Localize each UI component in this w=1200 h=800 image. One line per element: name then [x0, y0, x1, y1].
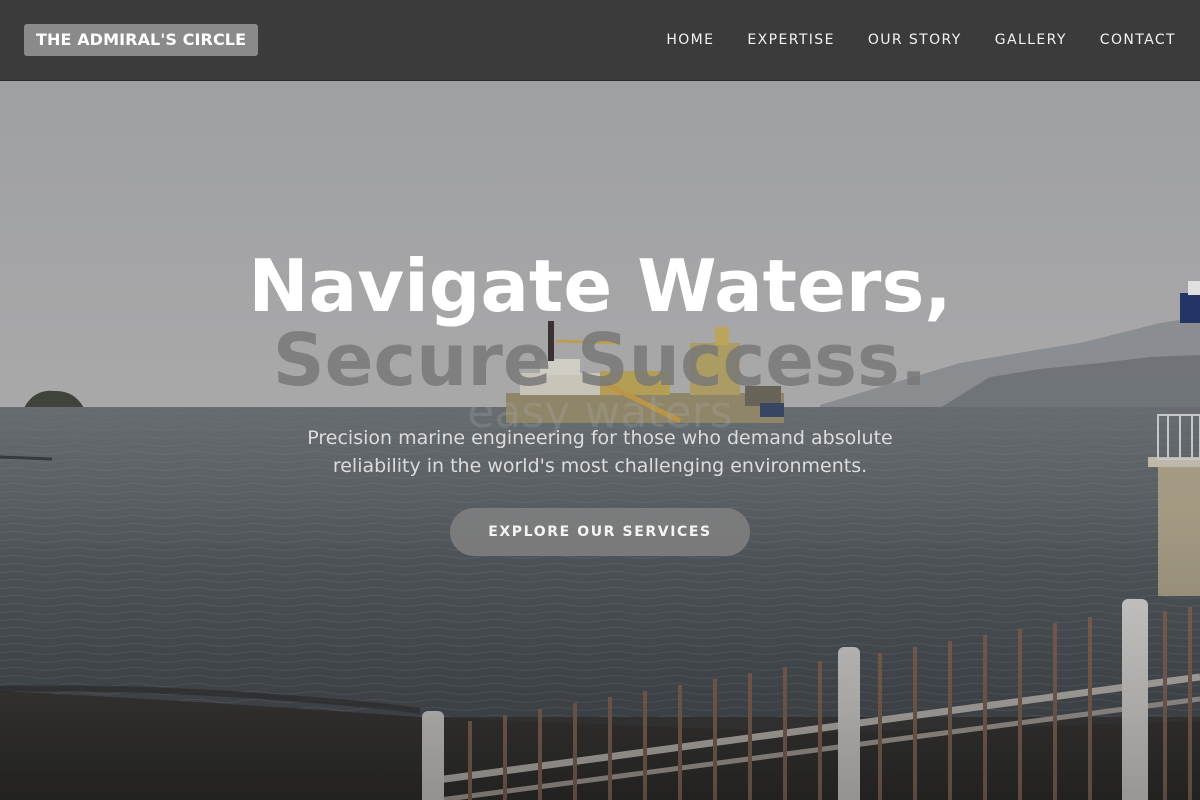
hero-title: Navigate Waters, Secure Success. [0, 249, 1200, 397]
nav-link-expertise[interactable]: EXPERTISE [747, 29, 834, 51]
nav-link-home[interactable]: HOME [666, 29, 714, 51]
site-header: THE ADMIRAL'S CIRCLE HOME EXPERTISE OUR … [0, 0, 1200, 81]
nav-link-our-story[interactable]: OUR STORY [868, 29, 962, 51]
hero-title-line1: Navigate Waters, [248, 244, 952, 328]
hero-subtitle: Precision marine engineering for those w… [307, 427, 893, 477]
explore-services-button[interactable]: EXPLORE OUR SERVICES [450, 508, 750, 556]
hero-title-line2: Secure Success. [272, 318, 928, 402]
site-logo[interactable]: THE ADMIRAL'S CIRCLE [24, 24, 259, 56]
hero-section: Navigate Waters, Secure Success. easy wa… [0, 81, 1200, 800]
nav-link-contact[interactable]: CONTACT [1100, 29, 1176, 51]
nav-link-gallery[interactable]: GALLERY [995, 29, 1067, 51]
main-nav: HOME EXPERTISE OUR STORY GALLERY CONTACT [666, 29, 1176, 51]
